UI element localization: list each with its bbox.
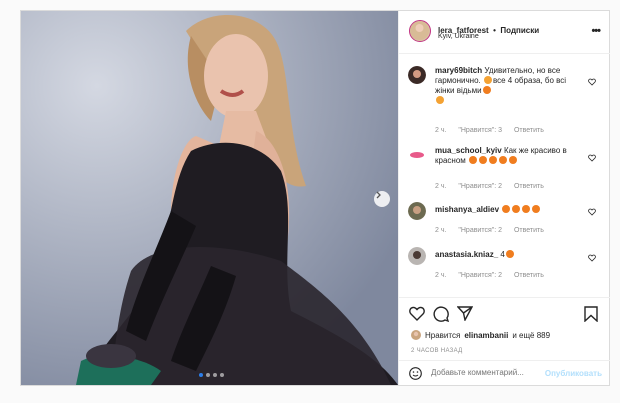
emoji-picker-icon[interactable]	[409, 367, 422, 380]
fire-emoji-icon	[499, 156, 507, 164]
commenter-username[interactable]: mary69bitch	[435, 66, 482, 75]
photo-illustration	[21, 11, 398, 385]
comment-likes[interactable]: "Нравится": 3	[458, 127, 502, 134]
like-comment-heart-icon[interactable]	[588, 78, 596, 86]
like-comment-heart-icon[interactable]	[588, 154, 596, 162]
author-avatar[interactable]	[409, 20, 431, 42]
save-bookmark-icon[interactable]	[584, 306, 598, 322]
like-heart-icon[interactable]	[409, 306, 425, 321]
likes-summary: Нравится elinambanii и ещё 889	[411, 330, 550, 340]
publish-button[interactable]: Опубликовать	[545, 369, 602, 378]
comment-text: anastasia.kniaz_ 4	[435, 250, 580, 260]
comment-meta: 2 ч. "Нравится": 2 Ответить	[435, 227, 554, 234]
comment-meta: 2 ч. "Нравится": 2 Ответить	[435, 272, 554, 279]
reply-button[interactable]: Ответить	[514, 227, 544, 234]
comment-likes[interactable]: "Нравится": 2	[458, 183, 502, 190]
likes-prefix: Нравится	[425, 330, 461, 340]
carousel-dot	[220, 373, 224, 377]
fire-emoji-icon	[469, 156, 477, 164]
comment-text: mua_school_kyiv Как же красиво в красном	[435, 146, 567, 165]
fire-emoji-icon	[482, 86, 491, 94]
comments-list[interactable]: mary69bitch Удивительно, но все гармонич…	[399, 54, 610, 297]
commenter-username[interactable]: mua_school_kyiv	[435, 146, 502, 155]
carousel-dot-active	[199, 373, 203, 377]
fire-emoji-icon	[479, 156, 487, 164]
fire-emoji-icon	[502, 205, 511, 213]
commenter-avatar[interactable]	[408, 66, 426, 84]
comment-meta: 2 ч. "Нравится": 2 Ответить	[435, 183, 554, 190]
post-photo[interactable]	[21, 11, 398, 385]
reply-button[interactable]: Ответить	[514, 127, 544, 134]
comment-likes[interactable]: "Нравится": 2	[458, 272, 502, 279]
header-separator: •	[493, 26, 496, 35]
post-card: lera_fatforest • Подписки Kyiv, Ukraine …	[20, 10, 610, 386]
share-icon[interactable]	[457, 306, 473, 321]
like-comment-heart-icon[interactable]	[588, 208, 596, 216]
comment-likes[interactable]: "Нравится": 2	[458, 227, 502, 234]
comment-time: 2 ч.	[435, 183, 447, 190]
commenter-avatar[interactable]	[408, 146, 426, 164]
emoji-icon	[436, 96, 444, 104]
comment-time: 2 ч.	[435, 272, 447, 279]
reply-button[interactable]: Ответить	[514, 272, 544, 279]
fire-emoji-icon	[509, 156, 517, 164]
fire-emoji-icon	[512, 205, 521, 213]
commenter-avatar[interactable]	[408, 247, 426, 265]
reply-button[interactable]: Ответить	[514, 183, 544, 190]
more-options-button[interactable]: •••	[591, 25, 601, 37]
fire-emoji-icon	[505, 250, 514, 258]
post-header: lera_fatforest • Подписки Kyiv, Ukraine …	[399, 11, 610, 54]
liker-avatar[interactable]	[411, 330, 421, 340]
chevron-right-icon	[376, 191, 381, 199]
comment-input[interactable]	[429, 367, 553, 378]
following-button[interactable]: Подписки	[500, 26, 539, 35]
add-comment-bar: Опубликовать	[399, 360, 610, 387]
emoji-icon	[483, 76, 492, 84]
comment-time: 2 ч.	[435, 227, 447, 234]
carousel-dot	[206, 373, 210, 377]
commenter-username[interactable]: anastasia.kniaz_	[435, 250, 498, 259]
carousel-indicator	[199, 373, 224, 377]
commenter-avatar[interactable]	[408, 202, 426, 220]
next-slide-button[interactable]	[374, 191, 390, 207]
fire-emoji-icon	[489, 156, 497, 164]
comment-time: 2 ч.	[435, 127, 447, 134]
comment-text: mishanya_aldiev	[435, 205, 580, 215]
liker-username[interactable]: elinambanii	[464, 331, 508, 340]
post-actions: Нравится elinambanii и ещё 889 2 ЧАСОВ Н…	[399, 297, 610, 386]
likes-count[interactable]: и ещё 889	[512, 331, 550, 340]
carousel-dot	[213, 373, 217, 377]
post-timestamp[interactable]: 2 ЧАСОВ НАЗАД	[411, 348, 462, 354]
fire-emoji-icon	[532, 205, 541, 213]
comment-text: mary69bitch Удивительно, но все гармонич…	[435, 66, 580, 106]
commenter-username[interactable]: mishanya_aldiev	[435, 205, 499, 214]
like-comment-heart-icon[interactable]	[588, 254, 596, 262]
fire-emoji-icon	[522, 205, 531, 213]
comment-icon[interactable]	[433, 306, 449, 322]
post-location[interactable]: Kyiv, Ukraine	[438, 33, 479, 40]
post-side-panel: lera_fatforest • Подписки Kyiv, Ukraine …	[398, 11, 610, 385]
comment-meta: 2 ч. "Нравится": 3 Ответить	[435, 127, 554, 134]
